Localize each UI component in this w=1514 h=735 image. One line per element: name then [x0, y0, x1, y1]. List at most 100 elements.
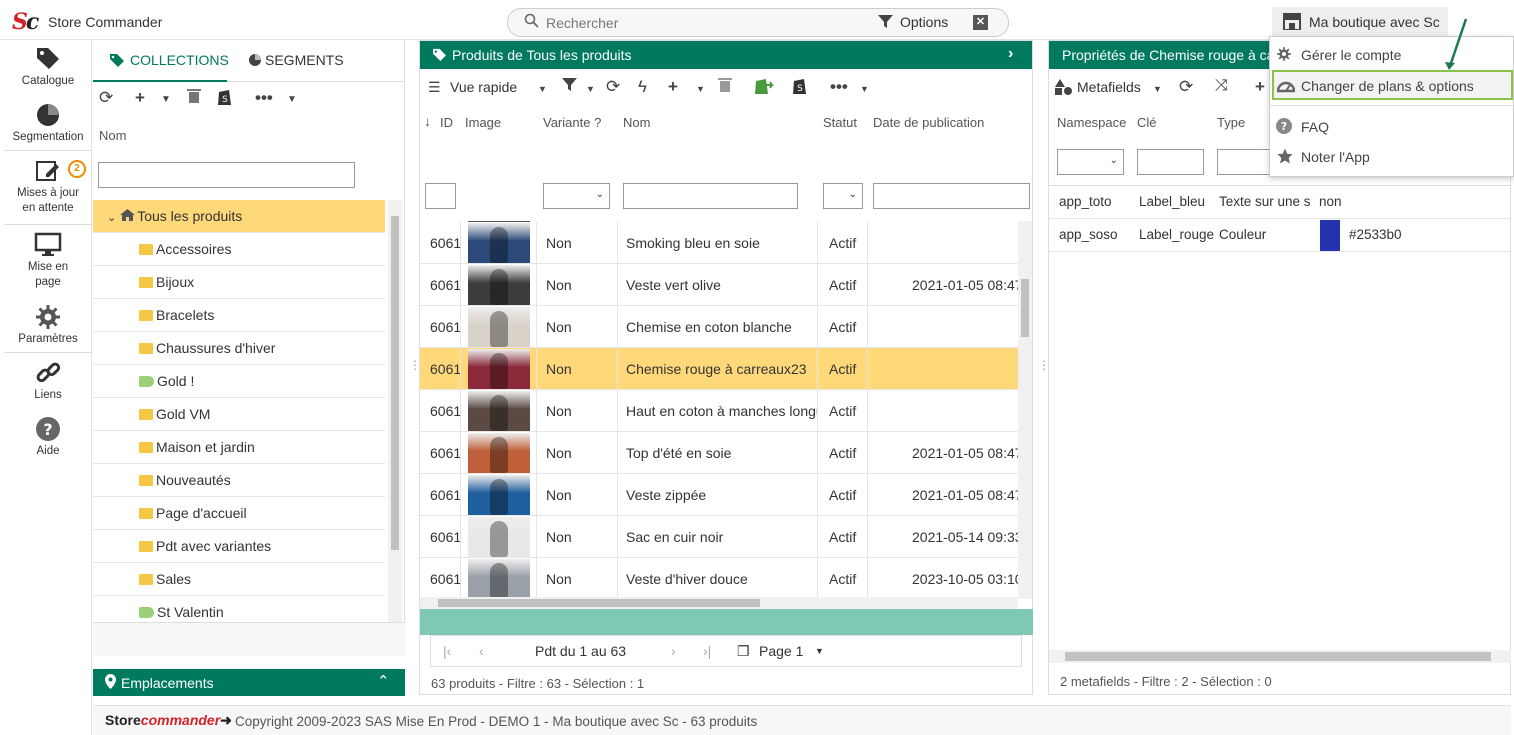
- tab-segments[interactable]: SEGMENTS: [265, 52, 344, 68]
- date-filter-input[interactable]: [873, 183, 1030, 209]
- page-selector[interactable]: Page 1: [759, 643, 803, 659]
- nav-segmentation[interactable]: Segmentation: [4, 102, 92, 145]
- status-filter-select[interactable]: ⌄: [823, 183, 863, 209]
- chevron-down-icon[interactable]: ▼: [815, 646, 824, 656]
- tree-item[interactable]: Maison et jardin: [93, 431, 385, 464]
- more-icon[interactable]: •••: [255, 88, 273, 108]
- nav-layout[interactable]: Mise en page: [4, 232, 92, 290]
- id-filter-input[interactable]: [425, 183, 456, 209]
- menu-item-manage-account[interactable]: Gérer le compte: [1270, 41, 1514, 69]
- search-options-button[interactable]: Options: [900, 14, 948, 30]
- more-icon[interactable]: •••: [830, 77, 848, 97]
- table-row[interactable]: 6061 Non Smoking bleu en soie Actif: [420, 222, 1018, 264]
- menu-item-rate-app[interactable]: Noter l'App: [1270, 143, 1514, 171]
- tree-item[interactable]: St Valentin: [93, 596, 385, 622]
- tree-item[interactable]: Bijoux: [93, 266, 385, 299]
- refresh-icon[interactable]: ⟳: [99, 88, 113, 108]
- table-row[interactable]: 6061 Non Sac en cuir noir Actif 2021-05-14 0…: [420, 516, 1018, 558]
- column-header-namespace[interactable]: Namespace: [1057, 115, 1126, 130]
- column-header-type[interactable]: Type: [1217, 115, 1245, 130]
- tree-item[interactable]: Nouveautés: [93, 464, 385, 497]
- tree-item[interactable]: Sales: [93, 563, 385, 596]
- nav-links[interactable]: Liens: [4, 360, 92, 403]
- nav-help[interactable]: ? Aide: [4, 416, 92, 459]
- add-icon[interactable]: +: [135, 88, 145, 108]
- first-page-icon[interactable]: |‹: [443, 643, 451, 659]
- column-header-variant[interactable]: Variante ?: [543, 115, 601, 130]
- name-filter-input[interactable]: [623, 183, 798, 209]
- table-row[interactable]: 6061 Non Top d'été en soie Actif 2021-01-05 …: [420, 432, 1018, 474]
- tree-item[interactable]: Gold VM: [93, 398, 385, 431]
- chevron-down-icon[interactable]: ▼: [161, 94, 171, 105]
- last-page-icon[interactable]: ›|: [703, 643, 711, 659]
- table-row[interactable]: 6061 Non Veste vert olive Actif 2021-01-05 0…: [420, 264, 1018, 306]
- column-header-status[interactable]: Statut: [823, 115, 857, 130]
- namespace-filter-select[interactable]: ⌄: [1057, 149, 1124, 175]
- metafields-selector[interactable]: Metafields: [1077, 79, 1141, 95]
- shopify-icon[interactable]: S: [792, 77, 808, 100]
- properties-hscrollbar[interactable]: [1049, 650, 1511, 663]
- chevron-down-icon[interactable]: ▼: [1153, 84, 1162, 94]
- search-clear-button[interactable]: ✕: [973, 15, 988, 30]
- tree-item[interactable]: Gold !: [93, 365, 385, 398]
- global-search[interactable]: Rechercher Options ✕: [507, 8, 1009, 37]
- tree-item[interactable]: Accessoires: [93, 233, 385, 266]
- nav-settings[interactable]: Paramètres: [4, 304, 92, 347]
- table-row[interactable]: 6061 Non Haut en coton à manches longues Ac…: [420, 390, 1018, 432]
- prev-page-icon[interactable]: ‹: [479, 643, 484, 659]
- chevron-down-icon[interactable]: ⌄: [107, 212, 116, 224]
- view-selector[interactable]: Vue rapide: [450, 79, 517, 95]
- next-page-icon[interactable]: ›: [671, 643, 676, 659]
- tree-item[interactable]: Pdt avec variantes: [93, 530, 385, 563]
- splitter-handle[interactable]: ⋮: [409, 358, 421, 372]
- menu-item-change-plans[interactable]: Changer de plans & options: [1272, 70, 1513, 100]
- chevron-down-icon[interactable]: ▼: [287, 94, 297, 105]
- add-icon[interactable]: +: [1255, 77, 1265, 97]
- variant-filter-select[interactable]: ⌄: [543, 183, 610, 209]
- type-filter-input[interactable]: [1217, 149, 1271, 175]
- column-header-id[interactable]: ID: [440, 115, 453, 130]
- tree-item[interactable]: Chaussures d'hiver: [93, 332, 385, 365]
- search-input[interactable]: Rechercher: [546, 15, 618, 31]
- table-row[interactable]: 6061 Non Veste zippée Actif 2021-01-05 08:47: [420, 474, 1018, 516]
- export-icon[interactable]: [754, 77, 776, 100]
- chevron-down-icon[interactable]: ▼: [860, 84, 869, 94]
- chevron-down-icon[interactable]: ▼: [586, 84, 595, 94]
- add-icon[interactable]: +: [668, 77, 678, 97]
- grid-scrollbar[interactable]: [1018, 221, 1032, 599]
- scrollbar-thumb[interactable]: [1021, 279, 1029, 337]
- tree-item[interactable]: Page d'accueil: [93, 497, 385, 530]
- chevron-right-icon[interactable]: ›: [1008, 45, 1013, 63]
- collapse-icon[interactable]: ⤨: [1215, 77, 1228, 95]
- grid-hscrollbar[interactable]: [420, 597, 1018, 609]
- tree-scrollbar[interactable]: [388, 200, 402, 622]
- lightning-icon[interactable]: ϟ: [638, 77, 647, 97]
- shop-menu-button[interactable]: Ma boutique avec Sc: [1272, 7, 1448, 36]
- refresh-icon[interactable]: ⟳: [1179, 77, 1193, 97]
- refresh-icon[interactable]: ⟳: [606, 77, 620, 97]
- chevron-down-icon[interactable]: ▼: [538, 84, 547, 94]
- locations-header[interactable]: Emplacements ⌃: [93, 669, 405, 696]
- nav-catalogue[interactable]: Catalogue: [4, 46, 92, 89]
- menu-item-faq[interactable]: ? FAQ: [1270, 113, 1514, 141]
- hscrollbar-thumb[interactable]: [1065, 652, 1491, 661]
- trash-icon[interactable]: [718, 77, 732, 98]
- filter-icon[interactable]: [562, 77, 577, 97]
- column-header-name[interactable]: Nom: [99, 128, 126, 143]
- tab-collections[interactable]: COLLECTIONS: [130, 52, 229, 68]
- column-header-name[interactable]: Nom: [623, 115, 650, 130]
- chevron-up-icon[interactable]: ⌃: [377, 672, 390, 690]
- column-header-date[interactable]: Date de publication: [873, 115, 984, 130]
- tree-item[interactable]: Bracelets: [93, 299, 385, 332]
- key-filter-input[interactable]: [1137, 149, 1204, 175]
- chevron-down-icon[interactable]: ▼: [696, 84, 705, 94]
- metafield-row[interactable]: app_toto Label_bleu Texte sur une s non: [1049, 186, 1511, 219]
- metafield-row[interactable]: app_soso Label_rouge Couleur #2533b0: [1049, 219, 1511, 252]
- trash-icon[interactable]: [187, 88, 201, 109]
- nav-pending-updates[interactable]: 2 Mises à jour en attente: [4, 158, 92, 216]
- column-header-key[interactable]: Clé: [1137, 115, 1157, 130]
- scrollbar-thumb[interactable]: [391, 216, 399, 550]
- name-filter-input[interactable]: [98, 162, 355, 188]
- table-row[interactable]: 6061 Non Chemise en coton blanche Actif: [420, 306, 1018, 348]
- splitter-handle[interactable]: ⋮: [1038, 358, 1050, 372]
